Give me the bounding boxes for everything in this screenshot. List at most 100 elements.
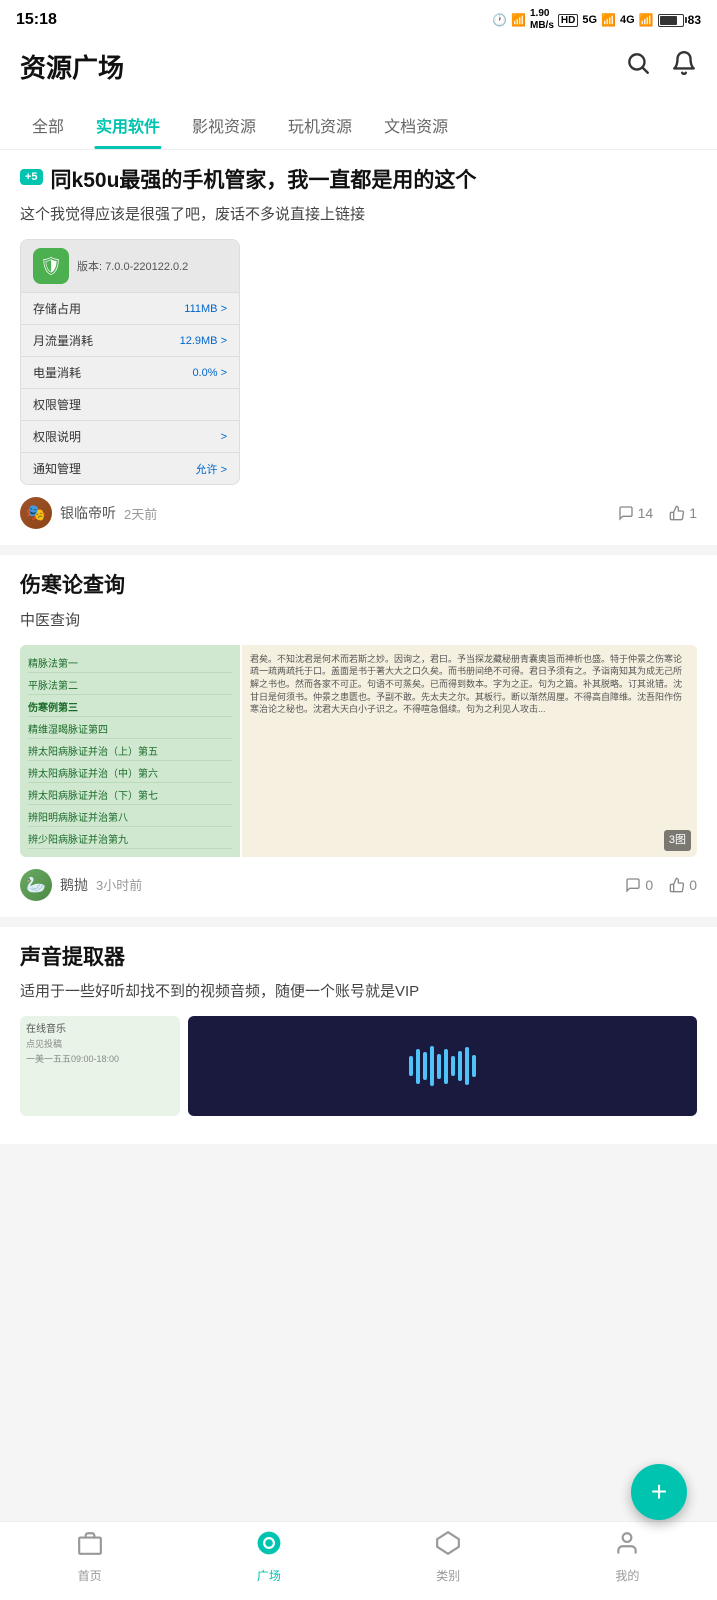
signal2-icon: 📶 [601,13,616,27]
page-title: 资源广场 [20,48,124,85]
status-time: 15:18 [16,11,57,29]
post3-img-left: 在线音乐 点见投稿 一美一五五09:00-18:00 [20,1016,180,1116]
post2-images: 精脉法第一 平脉法第二 伤寒例第三 精维湿暍脉证第四 辨太阳病脉证并治（上）第五… [20,645,697,857]
bell-icon[interactable] [671,50,697,83]
fab-add-button[interactable]: + [631,1464,687,1520]
nav-category[interactable]: 类别 [418,1530,478,1584]
post1-stats: 14 1 [618,505,697,521]
list-item-6: 辨太阳病脉证并治（中）第六 [28,763,232,783]
post1-title[interactable]: 同k50u最强的手机管家，我一直都是用的这个 [51,166,477,195]
bottom-spacer [0,1154,717,1234]
nav-category-label: 类别 [436,1567,460,1584]
app-row-power: 电量消耗 0.0% > [21,356,239,388]
image-count-badge: 3图 [664,830,691,851]
list-item-3: 伤寒例第三 [28,697,232,717]
bottom-nav: 首页 广场 类别 我的 [0,1521,717,1600]
list-item-8: 辨阳明病脉证并治第八 [28,807,232,827]
app-val-power: 0.0% > [192,367,227,379]
list-item-9: 辨少阳病脉证并治第九 [28,829,232,849]
post2-comments[interactable]: 0 [625,877,653,893]
post2-stats: 0 0 [625,877,697,893]
network-5g: 5G [582,14,597,26]
post3-title-row: 声音提取器 [20,943,697,972]
post1-likes[interactable]: 1 [669,505,697,521]
post2-right-text: 君矣。不知沈君是何术而若斯之妙。因询之，君曰。予当探龙藏秘册青囊奥旨而神析也盛。… [250,653,689,716]
post1-author-name: 银临帝听 [60,503,116,523]
post1-avatar: 🎭 [20,497,52,529]
tab-all[interactable]: 全部 [16,101,80,149]
post1-comment-count: 14 [638,505,654,521]
app-row-storage: 存储占用 111MB > [21,292,239,324]
post1-desc: 这个我觉得应该是很强了吧，废话不多说直接上链接 [20,203,697,227]
post1-badge: +5 [20,169,43,185]
home-icon [77,1530,103,1563]
app-label-notify: 通知管理 [33,460,81,477]
post3-desc: 适用于一些好听却找不到的视频音频，随便一个账号就是VIP [20,980,697,1004]
list-item-2: 平脉法第二 [28,675,232,695]
tabs-bar: 全部 实用软件 影视资源 玩机资源 文档资源 [0,101,717,150]
hd-badge: HD [558,14,578,27]
status-icons: 🕐 📶 1.90MB/s HD 5G 📶 4G 📶 83 [492,8,701,32]
app-val-notify: 允许 > [196,461,227,477]
post1-footer: 🎭 银临帝听 2天前 14 1 [20,497,697,529]
content-area: +5 同k50u最强的手机管家，我一直都是用的这个 这个我觉得应该是很强了吧，废… [0,150,717,1234]
app-row-permission: 权限管理 [21,388,239,420]
post2-img-right: 君矣。不知沈君是何术而若斯之妙。因询之，君曰。予当探龙藏秘册青囊奥旨而神析也盛。… [242,645,697,857]
network-speed: 1.90MB/s [530,8,554,32]
app-label-storage: 存储占用 [33,300,81,317]
app-row-traffic: 月流量消耗 12.9MB > [21,324,239,356]
signal-icon: 📶 [511,13,526,27]
post2-title-row: 伤寒论查询 [20,571,697,600]
nav-home[interactable]: 首页 [60,1530,120,1584]
post3-left-text: 在线音乐 点见投稿 一美一五五09:00-18:00 [26,1022,174,1067]
header: 资源广场 [0,36,717,101]
app-row-notify: 通知管理 允许 > [21,452,239,484]
post1-image: 🛡 版本: 7.0.0-220122.0.2 存储占用 111MB > 月流量消… [20,239,240,485]
post2-time: 3小时前 [96,875,142,894]
post2-avatar: 🦢 [20,869,52,901]
app-val-traffic: 12.9MB > [180,335,227,347]
sound-wave [409,1046,476,1086]
app-val-permdesc: > [221,431,227,443]
header-icons [625,50,697,83]
post-card-2: 伤寒论查询 中医查询 精脉法第一 平脉法第二 伤寒例第三 精维湿暍脉证第四 辨太… [0,555,717,916]
battery-fill [660,16,678,25]
signal3-icon: 📶 [639,13,654,27]
nav-plaza[interactable]: 广场 [239,1530,299,1584]
post2-author: 🦢 鹅抛 3小时前 [20,869,142,901]
app-label-power: 电量消耗 [33,364,81,381]
app-row-permdesc: 权限说明 > [21,420,239,452]
app-val-storage: 111MB > [184,303,227,315]
post2-likes[interactable]: 0 [669,877,697,893]
search-icon[interactable] [625,50,651,83]
fab-icon: + [651,1476,667,1508]
post2-desc: 中医查询 [20,609,697,633]
post2-footer: 🦢 鹅抛 3小时前 0 0 [20,869,697,901]
list-item-5: 辨太阳病脉证并治（上）第五 [28,741,232,761]
app-label-permission: 权限管理 [33,396,81,413]
tab-software[interactable]: 实用软件 [80,101,176,149]
post3-images: 在线音乐 点见投稿 一美一五五09:00-18:00 [20,1016,697,1116]
post-card-1: +5 同k50u最强的手机管家，我一直都是用的这个 这个我觉得应该是很强了吧，废… [0,150,717,545]
nav-profile-label: 我的 [615,1567,639,1584]
post1-like-count: 1 [689,505,697,521]
battery-level: 83 [688,13,701,27]
nav-profile[interactable]: 我的 [597,1530,657,1584]
post2-img-left: 精脉法第一 平脉法第二 伤寒例第三 精维湿暍脉证第四 辨太阳病脉证并治（上）第五… [20,645,240,857]
post1-title-row: +5 同k50u最强的手机管家，我一直都是用的这个 [20,166,697,195]
app-version-text: 版本: 7.0.0-220122.0.2 [77,258,188,274]
post2-title[interactable]: 伤寒论查询 [20,571,125,600]
list-item-7: 辨太阳病脉证并治（下）第七 [28,785,232,805]
app-icon: 🛡 [33,248,69,284]
post2-comment-count: 0 [645,877,653,893]
profile-icon [614,1530,640,1563]
plaza-icon [256,1530,282,1563]
tab-docs[interactable]: 文档资源 [368,101,464,149]
battery-icon [658,14,684,27]
post3-title[interactable]: 声音提取器 [20,943,125,972]
tab-gadget[interactable]: 玩机资源 [272,101,368,149]
tab-media[interactable]: 影视资源 [176,101,272,149]
post1-comments[interactable]: 14 [618,505,654,521]
app-info-header: 🛡 版本: 7.0.0-220122.0.2 [21,240,239,292]
alarm-icon: 🕐 [492,13,507,27]
